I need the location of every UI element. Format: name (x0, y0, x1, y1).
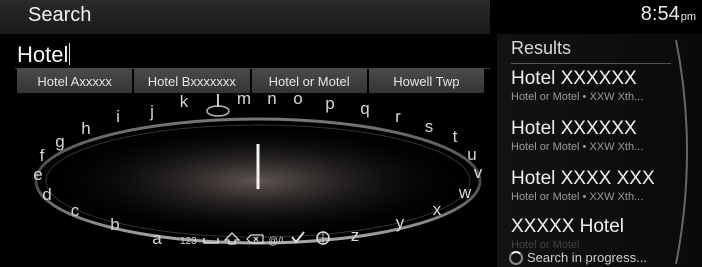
result-item[interactable]: Hotel XXXXXX Hotel or Motel • XXW Xth... (511, 118, 681, 153)
letter-key-x[interactable]: x (433, 200, 442, 219)
text-caret (69, 43, 71, 65)
letter-key-a[interactable]: a (152, 229, 162, 248)
search-input-text: Hotel (17, 42, 71, 67)
result-item[interactable]: XXXXX Hotel Hotel or Motel (511, 216, 681, 251)
letter-key-w[interactable]: w (458, 183, 472, 202)
result-name: Hotel XXXXXX (511, 118, 637, 139)
letter-key-y[interactable]: y (396, 213, 405, 232)
letter-key-g[interactable]: g (55, 132, 64, 151)
rotary-keyboard[interactable]: a b c defgh i j k l m n o p q r stuvwx y z 123 @/! (0, 94, 497, 267)
search-input[interactable]: Hotel (15, 40, 490, 69)
result-detail: Hotel or Motel • XXW Xth... (511, 141, 644, 153)
letter-key-h[interactable]: h (81, 119, 90, 138)
suggestion-chip[interactable]: Hotel or Motel (251, 69, 367, 93)
result-name: Hotel XXXX XXX (511, 168, 655, 189)
progress-text: Search in progress... (527, 250, 647, 265)
results-divider (511, 63, 671, 64)
suggestion-chip[interactable]: Hotel Bxxxxxxx (134, 69, 250, 93)
letter-key-o[interactable]: o (293, 94, 302, 108)
letter-key-r[interactable]: r (395, 107, 401, 126)
letter-key-v[interactable]: v (474, 163, 483, 182)
letter-key-q[interactable]: q (360, 99, 369, 118)
letter-key-p[interactable]: p (325, 94, 334, 113)
letter-key-e[interactable]: e (33, 165, 42, 184)
letter-key-s[interactable]: s (425, 117, 434, 136)
result-item[interactable]: Hotel XXXX XXX Hotel or Motel • XXW Xth.… (511, 168, 681, 203)
letter-key-l[interactable]: l (216, 94, 221, 112)
result-name: Hotel XXXXXX (511, 68, 637, 89)
clock-time: 8:54 (640, 3, 680, 25)
letter-key-m[interactable]: m (237, 94, 251, 108)
result-detail: Hotel or Motel • XXW Xth... (511, 191, 644, 203)
search-progress: Search in progress... (509, 250, 647, 265)
letter-key-n[interactable]: n (267, 94, 276, 108)
letter-key-j[interactable]: j (149, 102, 154, 121)
suggestion-chip[interactable]: Howell Twp (368, 69, 484, 93)
letter-key-b[interactable]: b (110, 215, 119, 234)
suggestion-bar: Hotel Axxxxx Hotel Bxxxxxxx Hotel or Mot… (17, 69, 484, 93)
letter-key-c[interactable]: c (71, 201, 80, 220)
results-scroll-arc[interactable] (672, 36, 702, 267)
results-title: Results (511, 38, 572, 58)
letter-key-f[interactable]: f (40, 146, 45, 165)
clock-ampm: pm (680, 11, 696, 23)
letter-key-i[interactable]: i (116, 107, 120, 126)
result-name: XXXXX Hotel (511, 216, 624, 237)
letter-key-u[interactable]: u (467, 145, 476, 164)
result-item[interactable]: Hotel XXXXXX Hotel or Motel • XXW Xth... (511, 68, 681, 103)
suggestion-chip[interactable]: Hotel Axxxxx (17, 69, 133, 93)
numbers-key[interactable]: 123 (180, 236, 197, 247)
letter-key-z[interactable]: z (351, 226, 360, 245)
symbols-key[interactable]: @/! (268, 236, 284, 247)
letter-key-k[interactable]: k (180, 94, 189, 111)
loading-spinner-icon (509, 250, 523, 265)
clock: 8:54pm (641, 3, 696, 26)
page-title: Search (28, 4, 92, 26)
letter-key-d[interactable]: d (42, 185, 51, 204)
letter-key-t[interactable]: t (453, 127, 458, 146)
result-detail: Hotel or Motel • XXW Xth... (511, 91, 644, 103)
